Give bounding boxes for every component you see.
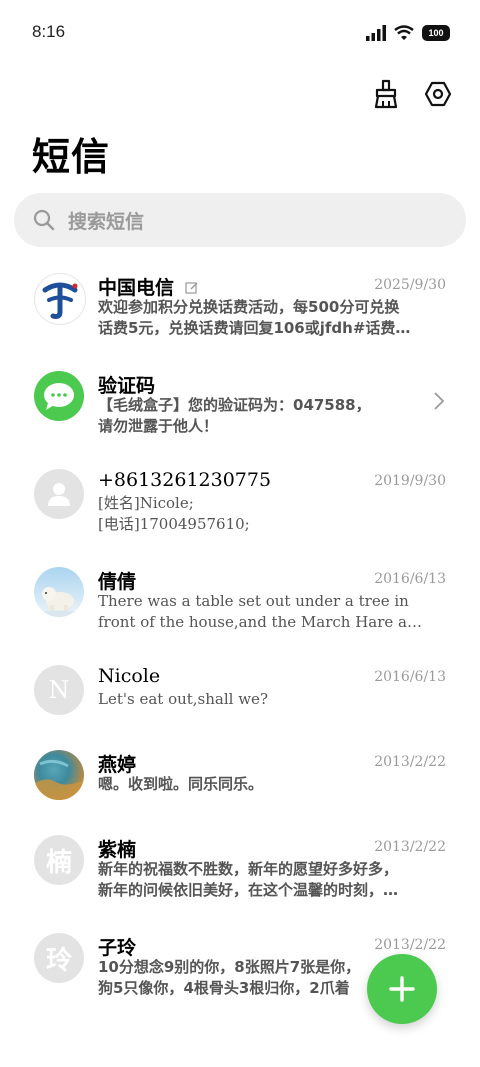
person-icon	[48, 483, 70, 506]
preview-line: 欢迎参加积分兑换话费活动，每500分可兑换	[98, 298, 400, 316]
preview-line: 请勿泄露于他人！	[98, 417, 219, 435]
contact-avatar: 玲	[34, 933, 84, 983]
top-actions	[370, 78, 454, 110]
contact-avatar	[34, 469, 84, 519]
conversation-name: 验证码	[98, 375, 156, 397]
avatar-letter: N	[48, 676, 70, 704]
contact-avatar	[34, 567, 84, 617]
conversation-preview: There was a table set out under a tree i…	[98, 591, 446, 633]
preview-line: Let's eat out,shall we?	[98, 690, 268, 708]
preview-line: 【毛绒盒子】您的验证码为：047588，	[98, 396, 371, 414]
avatar-letter: 玲	[45, 945, 72, 976]
signal-icon	[366, 25, 386, 41]
conversation-name: 倩倩	[98, 571, 137, 593]
conversation-date: 2025/9/30	[374, 277, 446, 293]
settings-button[interactable]	[422, 78, 454, 110]
china-telecom-logo-icon	[42, 282, 78, 319]
plus-icon	[389, 976, 415, 1002]
conversation-date: 2019/9/30	[374, 473, 446, 489]
conversation-item[interactable]: 中国电信 2025/9/30 欢迎参加积分兑换话费活动，每500分可兑换 话费5…	[0, 263, 480, 353]
conversation-item[interactable]: 楠 紫楠 2013/2/22 新年的祝福数不胜数，新年的愿望好多好多， 新年的问…	[0, 825, 480, 915]
search-placeholder: 搜索短信	[68, 210, 145, 233]
conversation-preview: 【毛绒盒子】您的验证码为：047588， 请勿泄露于他人！	[98, 395, 446, 437]
wifi-icon	[394, 25, 414, 40]
landscape-photo	[34, 759, 84, 800]
conversation-preview: [姓名]Nicole; [电话]17004957610;	[98, 493, 446, 535]
conversation-name: Nicole	[98, 665, 161, 687]
message-avatar	[34, 371, 84, 421]
status-icons: 100	[366, 22, 450, 44]
conversation-preview: Let's eat out,shall we?	[98, 689, 446, 710]
avatar-letter: 楠	[45, 847, 72, 878]
status-time: 8:16	[32, 22, 66, 41]
status-bar: 8:16 100	[0, 0, 480, 66]
conversation-date: 2013/2/22	[374, 839, 446, 855]
conversation-preview: 嗯。收到啦。同乐同乐。	[98, 774, 446, 795]
conversation-name: 子玲	[98, 937, 137, 959]
chevron-right-icon	[434, 392, 445, 410]
conversation-name-text: 中国电信	[98, 277, 175, 299]
conversation-name: 紫楠	[98, 839, 137, 861]
message-bubble-icon	[44, 383, 74, 410]
contact-avatar: 楠	[34, 835, 84, 885]
conversation-date: 2016/6/13	[374, 571, 446, 587]
conversation-name: 中国电信	[98, 273, 199, 300]
preview-line: [电话]17004957610;	[98, 515, 250, 533]
polar-bear-photo	[34, 587, 84, 617]
conversation-preview: 新年的祝福数不胜数，新年的愿望好多好多， 新年的问候依旧美好，在这个温馨的时刻，…	[98, 859, 446, 901]
conversation-item[interactable]: 验证码 【毛绒盒子】您的验证码为：047588， 请勿泄露于他人！	[0, 361, 480, 451]
conversation-item[interactable]: 燕婷 2013/2/22 嗯。收到啦。同乐同乐。	[0, 740, 480, 830]
preview-line: 话费5元，兑换话费请回复106或jfdh#话费…	[98, 319, 411, 337]
conversation-date: 2016/6/13	[374, 669, 446, 685]
conversation-item[interactable]: +8613261230775 2019/9/30 [姓名]Nicole; [电话…	[0, 459, 480, 549]
preview-line: front of the house,and the March Hare a…	[98, 613, 422, 631]
search-icon	[33, 209, 55, 231]
broom-icon	[374, 79, 398, 109]
draft-edit-icon	[185, 282, 198, 294]
conversation-item[interactable]: N Nicole 2016/6/13 Let's eat out,shall w…	[0, 655, 480, 745]
preview-line: 新年的祝福数不胜数，新年的愿望好多好多，	[98, 860, 399, 878]
conversation-preview: 欢迎参加积分兑换话费活动，每500分可兑换 话费5元，兑换话费请回复106或jf…	[98, 297, 446, 339]
new-message-button[interactable]	[367, 954, 437, 1024]
preview-line: There was a table set out under a tree i…	[98, 592, 409, 610]
conversation-name: +8613261230775	[98, 469, 272, 491]
battery-indicator: 100	[422, 25, 450, 41]
china-telecom-logo	[34, 273, 86, 325]
preview-line: 新年的问候依旧美好，在这个温馨的时刻，…	[98, 881, 399, 899]
search-input[interactable]: 搜索短信	[14, 193, 466, 247]
contact-avatar: N	[34, 665, 84, 715]
conversation-name: 燕婷	[98, 754, 137, 776]
preview-line: 嗯。收到啦。同乐同乐。	[98, 775, 264, 793]
settings-hexagon-icon	[424, 81, 452, 107]
conversation-date: 2013/2/22	[374, 937, 446, 953]
conversation-item[interactable]: 倩倩 2016/6/13 There was a table set out u…	[0, 557, 480, 647]
page-title: 短信	[32, 135, 111, 179]
clean-button[interactable]	[370, 78, 402, 110]
conversation-date: 2013/2/22	[374, 754, 446, 770]
contact-avatar	[34, 750, 84, 800]
preview-line: [姓名]Nicole;	[98, 494, 194, 512]
